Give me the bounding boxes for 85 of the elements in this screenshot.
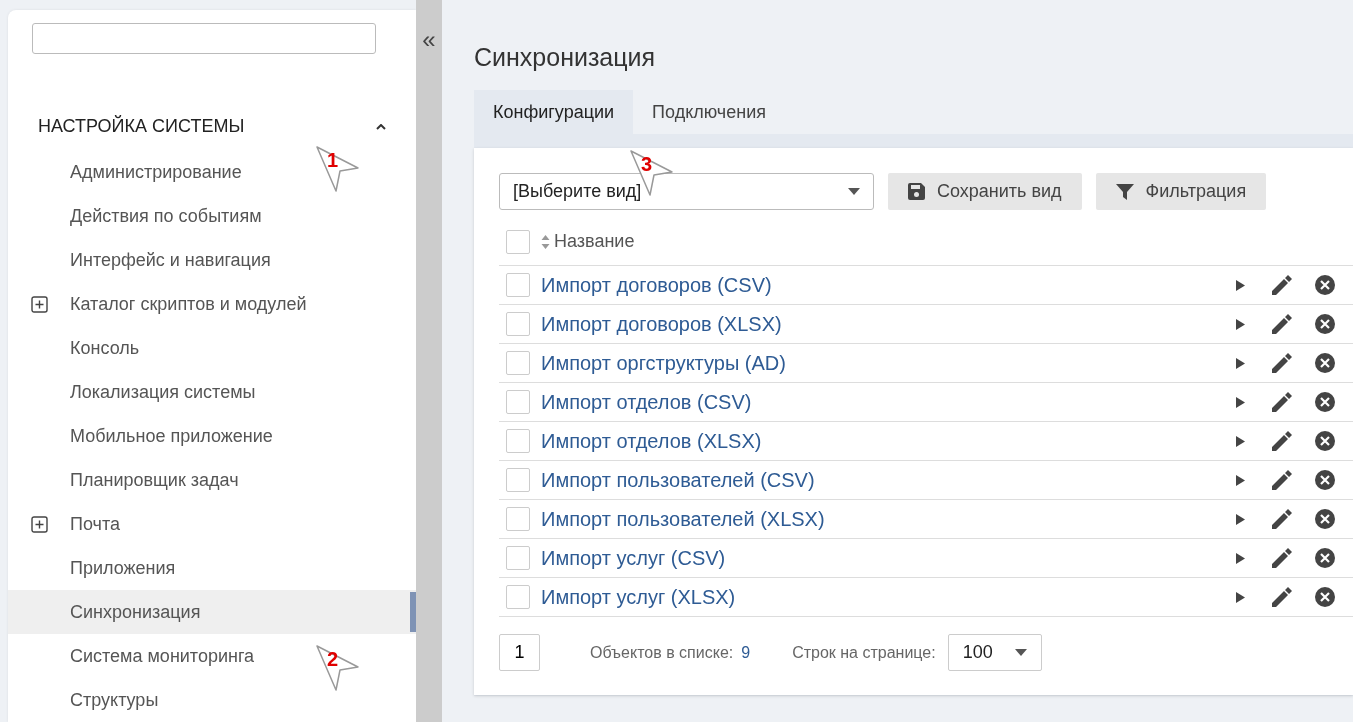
checkbox[interactable] [506,507,530,531]
edit-icon[interactable] [1272,314,1292,334]
column-header[interactable]: Название [554,228,635,255]
callout-marker: 1 [314,144,360,194]
tab[interactable]: Подключения [633,90,785,134]
edit-icon[interactable] [1272,392,1292,412]
row-link[interactable]: Импорт отделов (XLSX) [541,426,762,456]
chevron-icon[interactable] [376,123,386,130]
edit-icon[interactable] [1272,353,1292,373]
sidebar-item[interactable]: Интерфейс и навигация [70,246,271,274]
tab[interactable]: Конфигурации [474,90,634,134]
row-link[interactable]: Импорт отделов (CSV) [541,387,752,417]
delete-icon[interactable] [1315,470,1335,490]
delete-icon[interactable] [1315,509,1335,529]
sidebar-item[interactable]: Локализация системы [70,378,256,406]
section-title: НАСТРОЙКА СИСТЕМЫ [38,114,245,138]
page-title: Синхронизация [474,42,657,72]
play-icon[interactable] [1236,552,1245,564]
sidebar-item[interactable]: Консоль [70,334,140,362]
collapse-icon[interactable]: « [422,28,436,54]
play-icon[interactable] [1236,435,1245,447]
expand-icon[interactable] [30,515,48,533]
edit-icon[interactable] [1272,548,1292,568]
per-page-label: Строк на странице: [792,642,936,663]
row-link[interactable]: Импорт договоров (CSV) [541,270,772,300]
sidebar-item[interactable]: Система мониторинга [70,642,255,670]
caret-icon [1014,649,1027,656]
save-icon [908,183,925,200]
checkbox[interactable] [506,312,530,336]
edit-icon[interactable] [1272,509,1292,529]
count-value: 9 [741,642,751,663]
sidebar-item[interactable]: Каталог скриптов и модулей [70,290,307,318]
edit-icon[interactable] [1272,470,1292,490]
checkbox[interactable] [506,468,530,492]
row-link[interactable]: Импорт пользователей (XLSX) [541,504,825,534]
play-icon[interactable] [1236,396,1245,408]
per-page-select[interactable]: 100 [947,634,1042,671]
checkbox[interactable] [506,585,530,609]
sidebar-item[interactable]: Структуры [70,686,159,714]
play-icon[interactable] [1236,279,1245,291]
delete-icon[interactable] [1315,392,1335,412]
play-icon[interactable] [1236,474,1245,486]
delete-icon[interactable] [1315,275,1335,295]
sidebar-item[interactable]: Почта [70,510,120,538]
sidebar-item[interactable]: Мобильное приложение [70,422,273,450]
splitter-bar[interactable]: « [416,0,442,722]
filter-icon [1115,182,1134,201]
count-label: Объектов в списке: [590,642,734,663]
sort-icon[interactable] [541,234,550,249]
delete-icon[interactable] [1315,548,1335,568]
play-icon[interactable] [1236,318,1245,330]
callout-marker: 2 [314,643,360,693]
expand-icon[interactable] [30,295,48,313]
delete-icon[interactable] [1315,587,1335,607]
save-view-button[interactable]: Сохранить вид [888,173,1082,210]
page-number[interactable]: 1 [499,634,540,671]
row-link[interactable]: Импорт оргструктуры (AD) [541,348,786,378]
checkbox[interactable] [506,229,530,254]
sidebar-item[interactable]: Приложения [70,554,176,582]
row-link[interactable]: Импорт договоров (XLSX) [541,309,782,339]
sidebar-item[interactable]: Планировщик задач [70,466,239,494]
delete-icon[interactable] [1315,431,1335,451]
view-select[interactable]: [Выберите вид] [499,173,874,210]
delete-icon[interactable] [1315,353,1335,373]
row-link[interactable]: Импорт услуг (CSV) [541,543,726,573]
edit-icon[interactable] [1272,275,1292,295]
edit-icon[interactable] [1272,431,1292,451]
search-field[interactable] [32,23,376,54]
play-icon[interactable] [1236,357,1245,369]
checkbox[interactable] [506,351,530,375]
row-link[interactable]: Импорт пользователей (CSV) [541,465,815,495]
row-link[interactable]: Импорт услуг (XLSX) [541,582,736,612]
caret-icon [848,188,860,195]
play-icon[interactable] [1236,513,1245,525]
edit-icon[interactable] [1272,587,1292,607]
filter-button[interactable]: Фильтрация [1095,173,1267,210]
checkbox[interactable] [506,390,530,414]
sidebar-item[interactable]: Действия по событиям [70,202,262,230]
sidebar-item[interactable]: Администрирование [70,158,242,186]
play-icon[interactable] [1236,591,1245,603]
sidebar-item[interactable]: Синхронизация [70,598,201,626]
checkbox[interactable] [506,273,530,297]
checkbox[interactable] [506,429,530,453]
delete-icon[interactable] [1315,314,1335,334]
checkbox[interactable] [506,546,530,570]
